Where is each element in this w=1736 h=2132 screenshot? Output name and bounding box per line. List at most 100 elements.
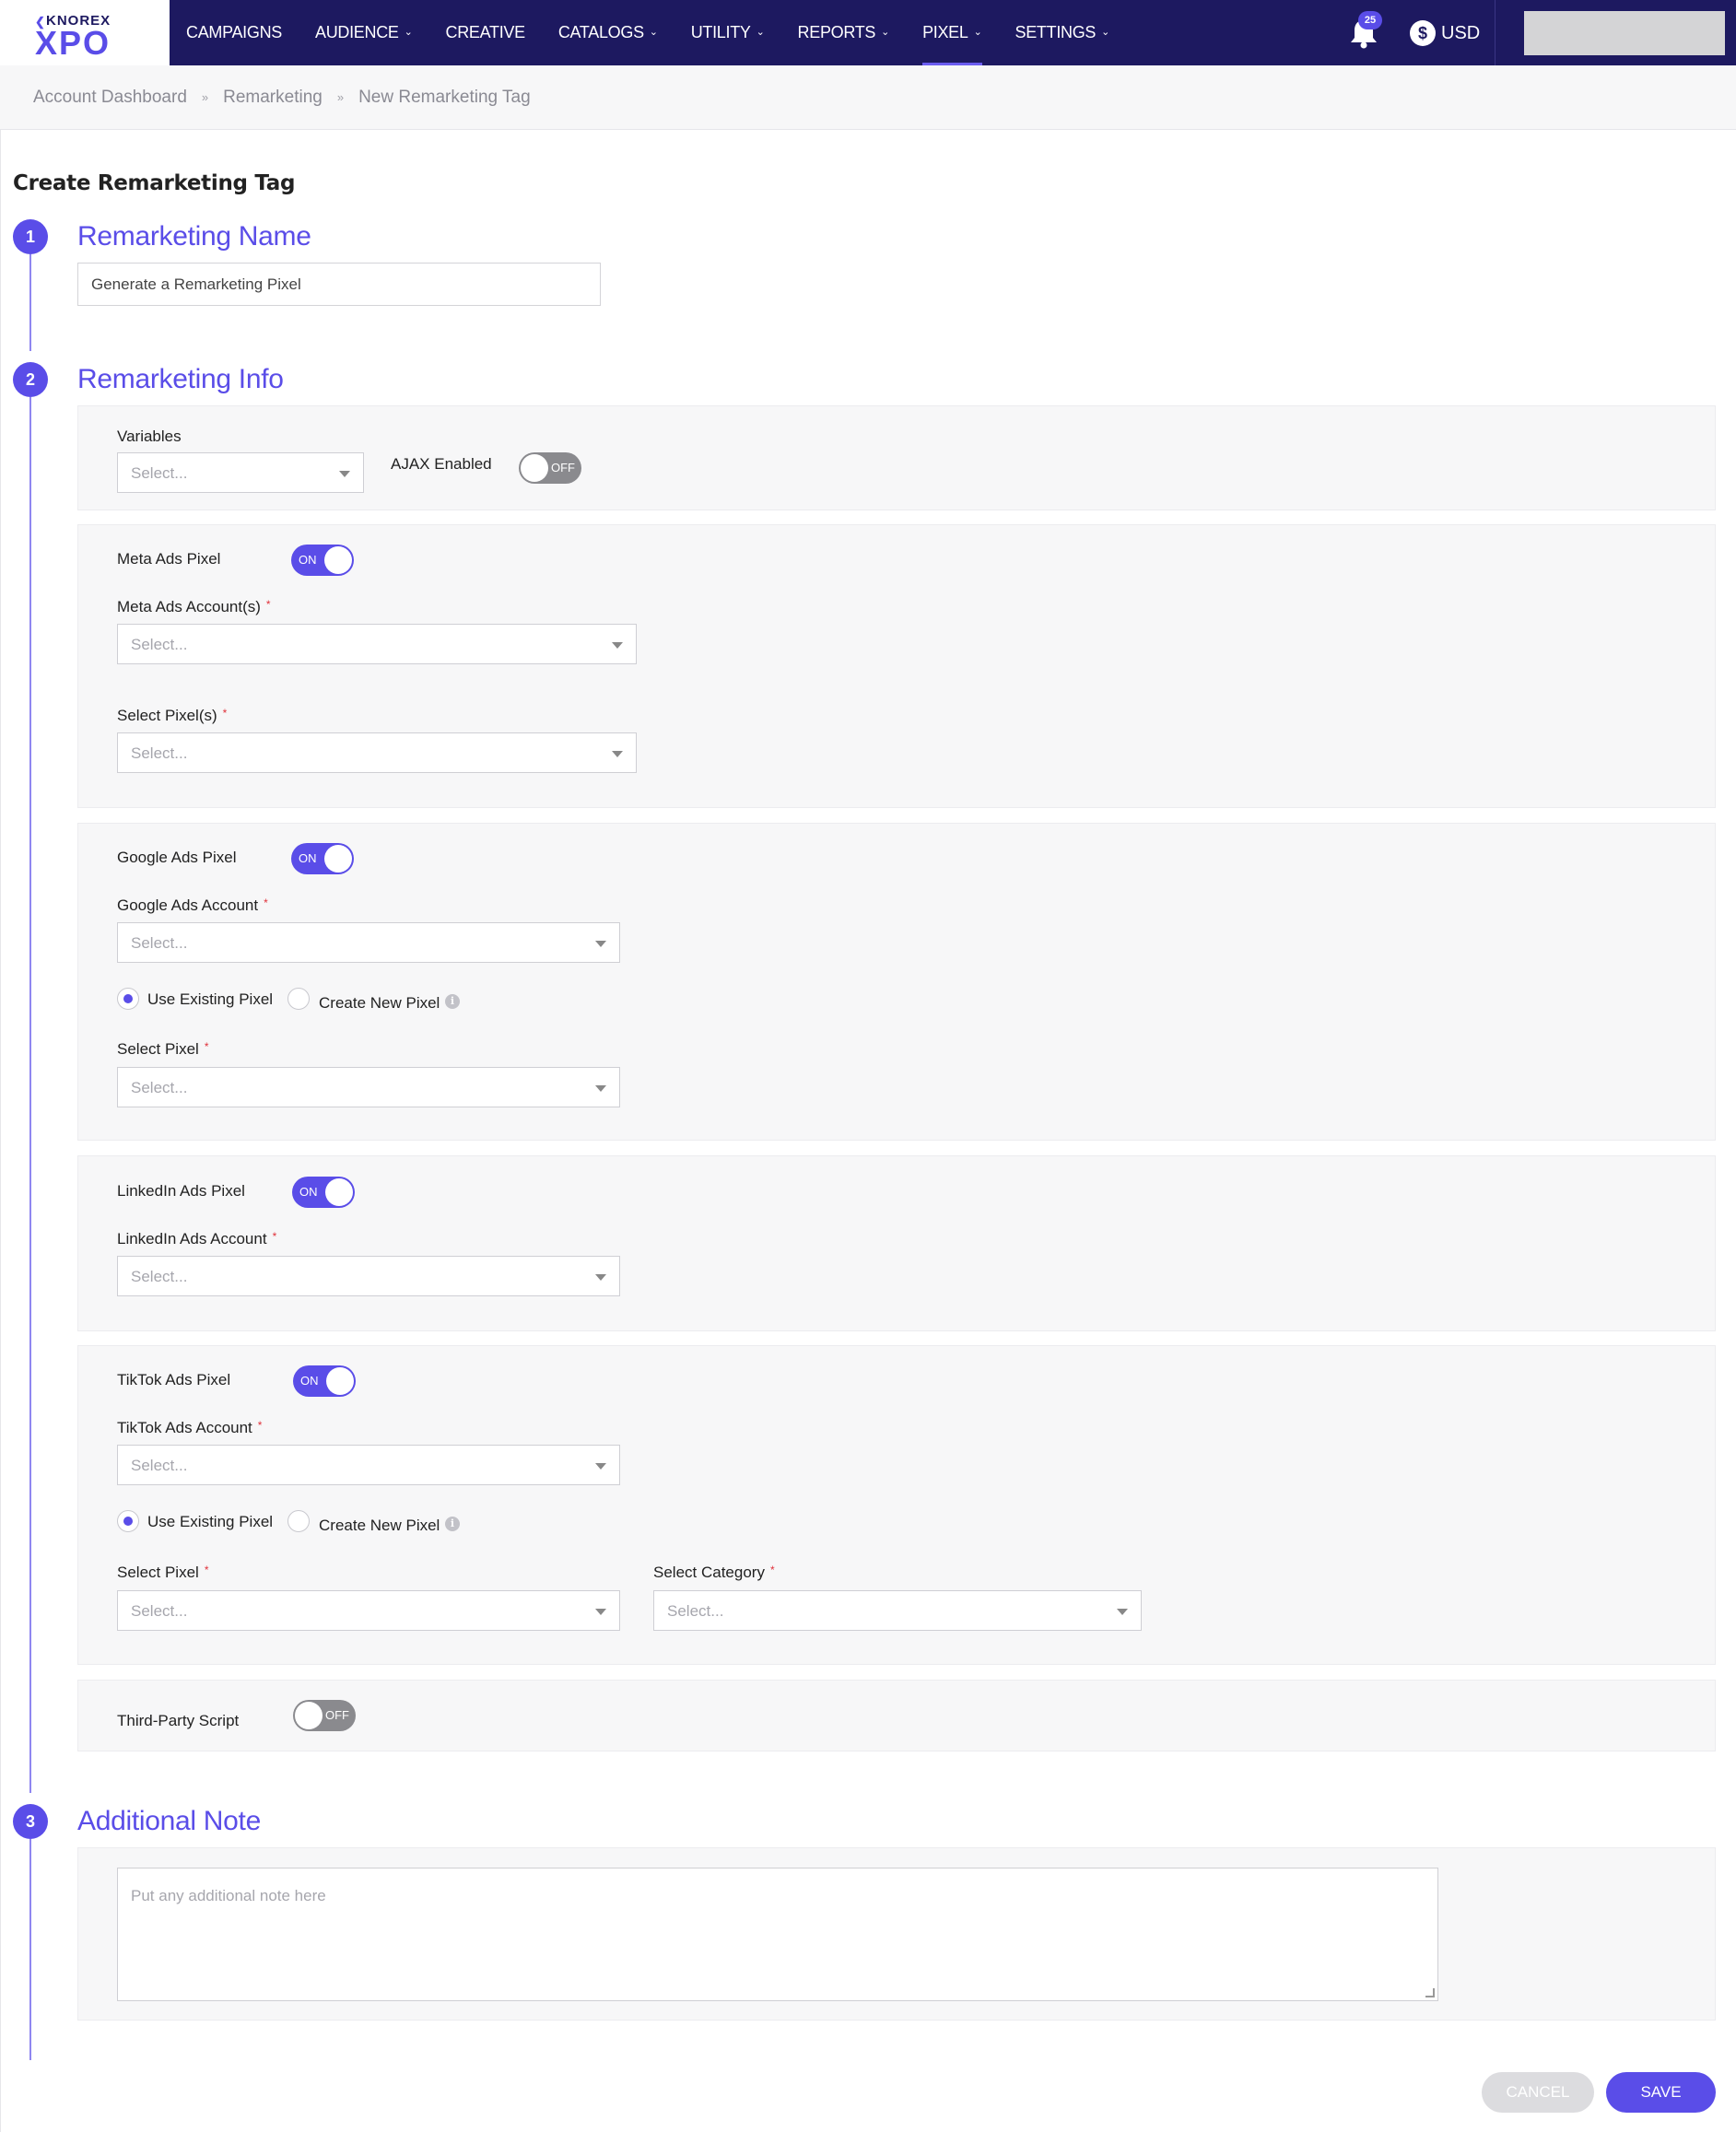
- nav-creative[interactable]: CREATIVE: [429, 0, 542, 65]
- additional-note-textarea[interactable]: Put any additional note here: [117, 1868, 1438, 2001]
- toggle-state: ON: [300, 1374, 319, 1388]
- chevron-down-icon: ⌄: [973, 27, 982, 38]
- user-account-menu[interactable]: [1524, 11, 1725, 55]
- dollar-icon: $: [1410, 20, 1436, 46]
- linkedin-ads-pixel-label: LinkedIn Ads Pixel: [117, 1182, 245, 1200]
- google-ads-account-select[interactable]: Select...: [117, 922, 620, 963]
- toggle-state: OFF: [551, 461, 575, 474]
- google-ads-pixel-toggle[interactable]: ON: [291, 843, 354, 874]
- label-text: Meta Ads Account(s): [117, 598, 261, 615]
- nav-label: AUDIENCE: [314, 23, 399, 41]
- ajax-enabled-toggle[interactable]: OFF: [519, 452, 581, 484]
- step-2-title: Remarketing Info: [77, 364, 284, 394]
- nav-label: SETTINGS: [1015, 23, 1097, 41]
- info-icon[interactable]: i: [445, 994, 460, 1009]
- caret-down-icon: [595, 941, 606, 947]
- caret-down-icon: [612, 642, 623, 649]
- google-create-new-label[interactable]: Create New Pixel: [319, 994, 440, 1013]
- meta-ads-pixel-toggle[interactable]: ON: [291, 545, 354, 576]
- tiktok-create-new-radio[interactable]: [287, 1510, 310, 1532]
- google-ads-pixel-label: Google Ads Pixel: [117, 849, 237, 866]
- caret-down-icon: [1117, 1609, 1128, 1615]
- toggle-state: ON: [299, 1185, 318, 1199]
- caret-down-icon: [339, 471, 350, 477]
- nav-reports[interactable]: REPORTS ⌄: [781, 0, 907, 65]
- label-text: TikTok Ads Account: [117, 1419, 252, 1436]
- ajax-enabled-label: AJAX Enabled: [391, 455, 492, 473]
- toggle-knob: [521, 454, 548, 482]
- step-1-title: Remarketing Name: [77, 221, 311, 252]
- google-ads-panel: Google Ads Pixel ON Google Ads Account * …: [77, 823, 1716, 1141]
- breadcrumb-remarketing[interactable]: Remarketing: [223, 88, 323, 108]
- nav-utility[interactable]: UTILITY ⌄: [674, 0, 781, 65]
- nav-label: UTILITY: [690, 23, 751, 41]
- linkedin-ads-panel: LinkedIn Ads Pixel ON LinkedIn Ads Accou…: [77, 1155, 1716, 1331]
- tiktok-category-select[interactable]: Select...: [653, 1590, 1142, 1631]
- google-create-new-radio[interactable]: [287, 988, 310, 1010]
- divider: [1495, 0, 1496, 65]
- meta-ads-account-label: Meta Ads Account(s) *: [117, 598, 271, 616]
- tiktok-ads-account-label: TikTok Ads Account *: [117, 1419, 262, 1437]
- select-placeholder: Select...: [131, 636, 188, 653]
- nav-label: REPORTS: [797, 23, 876, 41]
- required-asterisk: *: [257, 1419, 263, 1432]
- caret-down-icon: [595, 1085, 606, 1092]
- google-use-existing-label[interactable]: Use Existing Pixel: [147, 990, 273, 1009]
- resize-handle-icon[interactable]: [1425, 1988, 1435, 1997]
- tiktok-ads-pixel-label: TikTok Ads Pixel: [117, 1371, 231, 1388]
- label-text: Google Ads Account: [117, 896, 259, 914]
- logo[interactable]: KNOREX ❮ XPO: [0, 0, 170, 65]
- select-placeholder: Select...: [131, 744, 188, 762]
- meta-ads-account-select[interactable]: Select...: [117, 624, 637, 664]
- nav-settings[interactable]: SETTINGS ⌄: [999, 0, 1127, 65]
- linkedin-ads-account-label: LinkedIn Ads Account *: [117, 1230, 276, 1248]
- label-text: Select Pixel: [117, 1040, 199, 1058]
- nav-pixel[interactable]: PIXEL ⌄: [906, 0, 998, 65]
- required-asterisk: *: [222, 707, 228, 720]
- step-connector: [29, 1839, 31, 2060]
- info-icon[interactable]: i: [445, 1517, 460, 1531]
- currency-selector[interactable]: $ USD: [1410, 20, 1480, 46]
- logo-product: XPO: [35, 24, 111, 62]
- meta-pixels-select[interactable]: Select...: [117, 732, 637, 773]
- chevron-down-icon: ⌄: [881, 27, 890, 38]
- tiktok-use-existing-label[interactable]: Use Existing Pixel: [147, 1513, 273, 1531]
- save-button[interactable]: SAVE: [1606, 2072, 1716, 2113]
- nav-catalogs[interactable]: CATALOGS ⌄: [542, 0, 674, 65]
- step-2-number: 2: [13, 362, 48, 397]
- tiktok-use-existing-radio[interactable]: [117, 1510, 139, 1532]
- remarketing-name-value: Generate a Remarketing Pixel: [91, 275, 301, 293]
- variables-label: Variables: [117, 428, 182, 445]
- google-use-existing-radio[interactable]: [117, 988, 139, 1010]
- caret-down-icon: [595, 1609, 606, 1615]
- nav-audience[interactable]: AUDIENCE ⌄: [299, 0, 429, 65]
- linkedin-ads-pixel-toggle[interactable]: ON: [292, 1177, 355, 1208]
- third-party-script-label: Third-Party Script: [117, 1712, 240, 1729]
- toggle-state: OFF: [325, 1708, 349, 1722]
- linkedin-ads-account-select[interactable]: Select...: [117, 1256, 620, 1296]
- required-asterisk: *: [265, 598, 271, 611]
- select-placeholder: Select...: [131, 1079, 188, 1096]
- variables-select[interactable]: Select...: [117, 452, 364, 493]
- nav-campaigns[interactable]: CAMPAIGNS: [170, 0, 299, 65]
- caret-down-icon: [612, 751, 623, 757]
- breadcrumb-account-dashboard[interactable]: Account Dashboard: [33, 88, 187, 108]
- cancel-button[interactable]: CANCEL: [1482, 2072, 1594, 2113]
- tiktok-pixel-select[interactable]: Select...: [117, 1590, 620, 1631]
- tiktok-select-pixel-label: Select Pixel *: [117, 1564, 209, 1582]
- third-party-script-toggle[interactable]: OFF: [293, 1700, 356, 1731]
- meta-select-pixels-label: Select Pixel(s) *: [117, 707, 227, 725]
- variables-panel: Variables Select... AJAX Enabled OFF: [77, 405, 1716, 510]
- tiktok-ads-account-select[interactable]: Select...: [117, 1445, 620, 1485]
- notification-count-badge: 25: [1358, 11, 1382, 29]
- label-text: LinkedIn Ads Account: [117, 1230, 267, 1248]
- remarketing-name-input[interactable]: Generate a Remarketing Pixel: [77, 263, 601, 306]
- google-pixel-select[interactable]: Select...: [117, 1067, 620, 1107]
- select-placeholder: Select...: [667, 1602, 724, 1620]
- tiktok-create-new-label[interactable]: Create New Pixel: [319, 1517, 440, 1535]
- toggle-state: ON: [299, 553, 317, 567]
- tiktok-ads-pixel-toggle[interactable]: ON: [293, 1365, 356, 1397]
- nav-label: PIXEL: [922, 23, 968, 41]
- toggle-knob: [325, 1178, 353, 1206]
- label-text: Select Pixel: [117, 1564, 199, 1581]
